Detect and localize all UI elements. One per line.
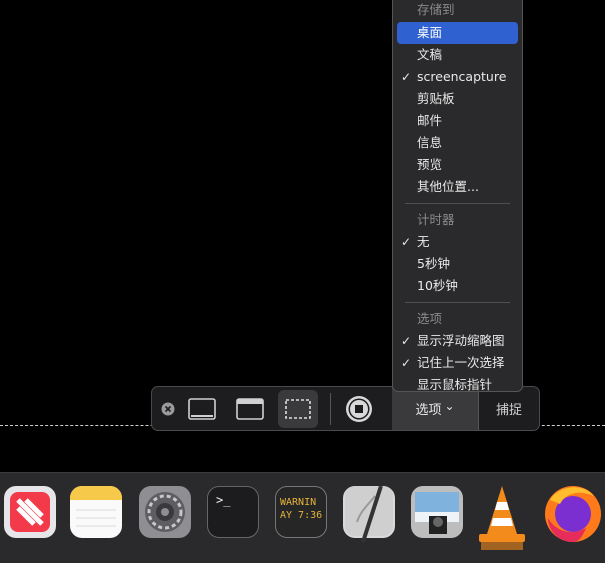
menu-separator: [405, 203, 510, 204]
menu-item-desktop[interactable]: 桌面: [397, 22, 518, 44]
menu-header-timer: 计时器: [417, 212, 455, 227]
menu-separator: [405, 302, 510, 303]
menu-header-options: 选项: [417, 311, 443, 326]
console-line: WARNIN: [280, 497, 317, 508]
vlc-icon[interactable]: [475, 486, 527, 550]
system-preferences-icon[interactable]: [139, 486, 191, 538]
close-icon[interactable]: [160, 401, 176, 417]
menu-item-timer-none[interactable]: ✓ 无: [397, 231, 518, 253]
checkmark-icon: ✓: [401, 70, 412, 84]
terminal-icon[interactable]: >_: [207, 486, 259, 538]
checkmark-icon: ✓: [401, 235, 412, 249]
menu-item-show-mouse-pointer[interactable]: 显示鼠标指针: [397, 374, 518, 396]
options-menu: 存储到 桌面 文稿 ✓ screencapture 剪贴板 邮件 信息 预览 其他…: [392, 0, 523, 392]
console-line: AY 7:36: [280, 510, 323, 521]
script-editor-icon[interactable]: [343, 485, 395, 543]
menu-item-preview[interactable]: 预览: [397, 154, 518, 176]
console-text: WARNIN AY 7:36: [280, 496, 322, 522]
record-stop-icon[interactable]: [342, 393, 376, 425]
news-icon[interactable]: [4, 486, 56, 538]
notes-icon[interactable]: [70, 486, 122, 538]
menu-item-timer-10s[interactable]: 10秒钟: [397, 275, 518, 297]
capture-selection-icon[interactable]: [278, 390, 318, 428]
menu-item-mail[interactable]: 邮件: [397, 110, 518, 132]
options-label: 选项: [415, 403, 442, 418]
menu-item-other-location[interactable]: 其他位置...: [397, 176, 518, 198]
menu-item-documents[interactable]: 文稿: [397, 44, 518, 66]
capture-entire-screen-icon[interactable]: [186, 395, 218, 423]
console-icon[interactable]: WARNIN AY 7:36: [275, 486, 327, 538]
menu-item-clipboard[interactable]: 剪贴板: [397, 88, 518, 110]
capture-label: 捕捉: [495, 403, 522, 418]
dock: >_ WARNIN AY 7:36: [0, 472, 605, 563]
menu-item-show-floating-thumbnail[interactable]: ✓ 显示浮动缩略图: [397, 330, 518, 352]
menu-item-remember-last-selection[interactable]: ✓ 记住上一次选择: [397, 352, 518, 374]
menu-item-screencapture[interactable]: ✓ screencapture: [397, 66, 518, 88]
checkmark-icon: ✓: [401, 356, 412, 370]
toolbar-separator: [330, 393, 331, 425]
menu-item-timer-5s[interactable]: 5秒钟: [397, 253, 518, 275]
capture-window-icon[interactable]: [234, 395, 266, 423]
checkmark-icon: ✓: [401, 334, 412, 348]
menu-item-messages[interactable]: 信息: [397, 132, 518, 154]
terminal-prompt-text: >_: [216, 493, 231, 507]
preview-icon[interactable]: [411, 486, 463, 538]
menu-header-save-to: 存储到: [417, 2, 455, 17]
chevron-down-icon: ⌄: [444, 398, 455, 413]
firefox-icon[interactable]: [542, 486, 601, 542]
